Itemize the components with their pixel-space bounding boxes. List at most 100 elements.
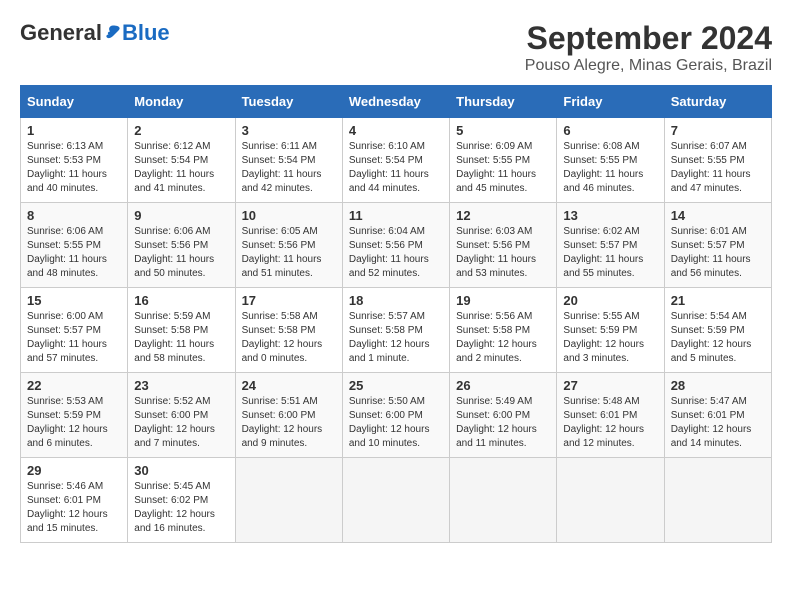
- day-info: Sunrise: 6:11 AMSunset: 5:54 PMDaylight:…: [242, 140, 336, 196]
- calendar-cell: 9Sunrise: 6:06 AMSunset: 5:56 PMDaylight…: [128, 203, 235, 288]
- day-number: 22: [27, 378, 121, 393]
- day-number: 10: [242, 208, 336, 223]
- day-number: 24: [242, 378, 336, 393]
- day-number: 4: [349, 123, 443, 138]
- calendar-cell: 8 Sunrise: 6:06 AMSunset: 5:55 PMDaylight…: [21, 203, 128, 288]
- day-info: Sunrise: 5:45 AMSunset: 6:02 PMDaylight:…: [134, 480, 228, 536]
- day-info: Sunrise: 5:51 AMSunset: 6:00 PMDaylight:…: [242, 395, 336, 451]
- calendar-cell: 27 Sunrise: 5:48 AMSunset: 6:01 PMDayligh…: [557, 373, 664, 458]
- day-number: 23: [134, 378, 228, 393]
- day-number: 20: [563, 293, 657, 308]
- logo: General Blue: [20, 20, 170, 46]
- logo-blue-text: Blue: [122, 20, 170, 46]
- day-header-tuesday: Tuesday: [235, 86, 342, 118]
- day-number: 16: [134, 293, 228, 308]
- calendar-cell: [342, 458, 449, 543]
- day-info: Sunrise: 5:48 AMSunset: 6:01 PMDaylight:…: [563, 395, 657, 451]
- day-number: 17: [242, 293, 336, 308]
- day-number: 28: [671, 378, 765, 393]
- day-header-wednesday: Wednesday: [342, 86, 449, 118]
- day-number: 9: [134, 208, 228, 223]
- calendar-cell: 1 Sunrise: 6:13 AMSunset: 5:53 PMDaylight…: [21, 118, 128, 203]
- calendar-cell: 22 Sunrise: 5:53 AMSunset: 5:59 PMDayligh…: [21, 373, 128, 458]
- calendar-cell: 13 Sunrise: 6:02 AMSunset: 5:57 PMDayligh…: [557, 203, 664, 288]
- day-header-thursday: Thursday: [450, 86, 557, 118]
- day-info: Sunrise: 5:53 AMSunset: 5:59 PMDaylight:…: [27, 395, 121, 451]
- day-number: 11: [349, 208, 443, 223]
- title-area: September 2024 Pouso Alegre, Minas Gerai…: [525, 20, 772, 75]
- day-number: 3: [242, 123, 336, 138]
- calendar-cell: [557, 458, 664, 543]
- day-info: Sunrise: 5:59 AMSunset: 5:58 PMDaylight:…: [134, 310, 228, 366]
- calendar-cell: 20 Sunrise: 5:55 AMSunset: 5:59 PMDayligh…: [557, 288, 664, 373]
- day-info: Sunrise: 6:10 AMSunset: 5:54 PMDaylight:…: [349, 140, 443, 196]
- calendar-cell: 15 Sunrise: 6:00 AMSunset: 5:57 PMDayligh…: [21, 288, 128, 373]
- day-number: 19: [456, 293, 550, 308]
- day-info: Sunrise: 5:50 AMSunset: 6:00 PMDaylight:…: [349, 395, 443, 451]
- calendar-week-row: 8 Sunrise: 6:06 AMSunset: 5:55 PMDaylight…: [21, 203, 772, 288]
- calendar-cell: 2 Sunrise: 6:12 AMSunset: 5:54 PMDaylight…: [128, 118, 235, 203]
- calendar-cell: 14Sunrise: 6:01 AMSunset: 5:57 PMDayligh…: [664, 203, 771, 288]
- day-info: Sunrise: 6:00 AMSunset: 5:57 PMDaylight:…: [27, 310, 121, 366]
- calendar-cell: 10 Sunrise: 6:05 AMSunset: 5:56 PMDayligh…: [235, 203, 342, 288]
- day-number: 1: [27, 123, 121, 138]
- day-number: 13: [563, 208, 657, 223]
- calendar-cell: 21 Sunrise: 5:54 AMSunset: 5:59 PMDayligh…: [664, 288, 771, 373]
- day-number: 21: [671, 293, 765, 308]
- calendar-cell: 30Sunrise: 5:45 AMSunset: 6:02 PMDayligh…: [128, 458, 235, 543]
- day-header-saturday: Saturday: [664, 86, 771, 118]
- day-info: Sunrise: 6:03 AMSunset: 5:56 PMDaylight:…: [456, 225, 550, 281]
- calendar-cell: 28 Sunrise: 5:47 AMSunset: 6:01 PMDayligh…: [664, 373, 771, 458]
- calendar-cell: 18 Sunrise: 5:57 AMSunset: 5:58 PMDayligh…: [342, 288, 449, 373]
- day-info: Sunrise: 5:54 AMSunset: 5:59 PMDaylight:…: [671, 310, 765, 366]
- day-number: 29: [27, 463, 121, 478]
- day-number: 2: [134, 123, 228, 138]
- calendar-week-row: 29Sunrise: 5:46 AMSunset: 6:01 PMDayligh…: [21, 458, 772, 543]
- day-info: Sunrise: 5:57 AMSunset: 5:58 PMDaylight:…: [349, 310, 443, 366]
- day-number: 18: [349, 293, 443, 308]
- calendar-header-row: SundayMondayTuesdayWednesdayThursdayFrid…: [21, 86, 772, 118]
- day-info: Sunrise: 5:55 AMSunset: 5:59 PMDaylight:…: [563, 310, 657, 366]
- calendar-cell: 12 Sunrise: 6:03 AMSunset: 5:56 PMDayligh…: [450, 203, 557, 288]
- day-info: Sunrise: 6:09 AMSunset: 5:55 PMDaylight:…: [456, 140, 550, 196]
- day-header-monday: Monday: [128, 86, 235, 118]
- day-info: Sunrise: 6:06 AMSunset: 5:55 PMDaylight:…: [27, 225, 121, 281]
- calendar-cell: 19Sunrise: 5:56 AMSunset: 5:58 PMDayligh…: [450, 288, 557, 373]
- day-info: Sunrise: 6:05 AMSunset: 5:56 PMDaylight:…: [242, 225, 336, 281]
- header: General Blue September 2024 Pouso Alegre…: [20, 20, 772, 75]
- day-number: 8: [27, 208, 121, 223]
- day-info: Sunrise: 6:08 AMSunset: 5:55 PMDaylight:…: [563, 140, 657, 196]
- calendar-cell: 29Sunrise: 5:46 AMSunset: 6:01 PMDayligh…: [21, 458, 128, 543]
- day-number: 14: [671, 208, 765, 223]
- day-info: Sunrise: 5:47 AMSunset: 6:01 PMDaylight:…: [671, 395, 765, 451]
- calendar-cell: [664, 458, 771, 543]
- calendar-week-row: 22 Sunrise: 5:53 AMSunset: 5:59 PMDayligh…: [21, 373, 772, 458]
- calendar-week-row: 1 Sunrise: 6:13 AMSunset: 5:53 PMDaylight…: [21, 118, 772, 203]
- calendar-cell: 7 Sunrise: 6:07 AMSunset: 5:55 PMDaylight…: [664, 118, 771, 203]
- calendar-cell: 11Sunrise: 6:04 AMSunset: 5:56 PMDayligh…: [342, 203, 449, 288]
- day-info: Sunrise: 5:49 AMSunset: 6:00 PMDaylight:…: [456, 395, 550, 451]
- calendar-cell: 4 Sunrise: 6:10 AMSunset: 5:54 PMDaylight…: [342, 118, 449, 203]
- day-number: 7: [671, 123, 765, 138]
- calendar-cell: 6 Sunrise: 6:08 AMSunset: 5:55 PMDaylight…: [557, 118, 664, 203]
- day-header-sunday: Sunday: [21, 86, 128, 118]
- day-info: Sunrise: 5:58 AMSunset: 5:58 PMDaylight:…: [242, 310, 336, 366]
- day-number: 12: [456, 208, 550, 223]
- day-number: 5: [456, 123, 550, 138]
- calendar-cell: 17 Sunrise: 5:58 AMSunset: 5:58 PMDayligh…: [235, 288, 342, 373]
- day-header-friday: Friday: [557, 86, 664, 118]
- day-info: Sunrise: 6:02 AMSunset: 5:57 PMDaylight:…: [563, 225, 657, 281]
- calendar-cell: 25Sunrise: 5:50 AMSunset: 6:00 PMDayligh…: [342, 373, 449, 458]
- calendar-week-row: 15 Sunrise: 6:00 AMSunset: 5:57 PMDayligh…: [21, 288, 772, 373]
- day-info: Sunrise: 5:52 AMSunset: 6:00 PMDaylight:…: [134, 395, 228, 451]
- day-info: Sunrise: 6:07 AMSunset: 5:55 PMDaylight:…: [671, 140, 765, 196]
- day-info: Sunrise: 6:12 AMSunset: 5:54 PMDaylight:…: [134, 140, 228, 196]
- day-info: Sunrise: 6:13 AMSunset: 5:53 PMDaylight:…: [27, 140, 121, 196]
- day-number: 6: [563, 123, 657, 138]
- month-title: September 2024: [525, 20, 772, 57]
- day-number: 15: [27, 293, 121, 308]
- day-number: 27: [563, 378, 657, 393]
- calendar-cell: 16 Sunrise: 5:59 AMSunset: 5:58 PMDayligh…: [128, 288, 235, 373]
- calendar-cell: 24 Sunrise: 5:51 AMSunset: 6:00 PMDayligh…: [235, 373, 342, 458]
- calendar-cell: 26Sunrise: 5:49 AMSunset: 6:00 PMDayligh…: [450, 373, 557, 458]
